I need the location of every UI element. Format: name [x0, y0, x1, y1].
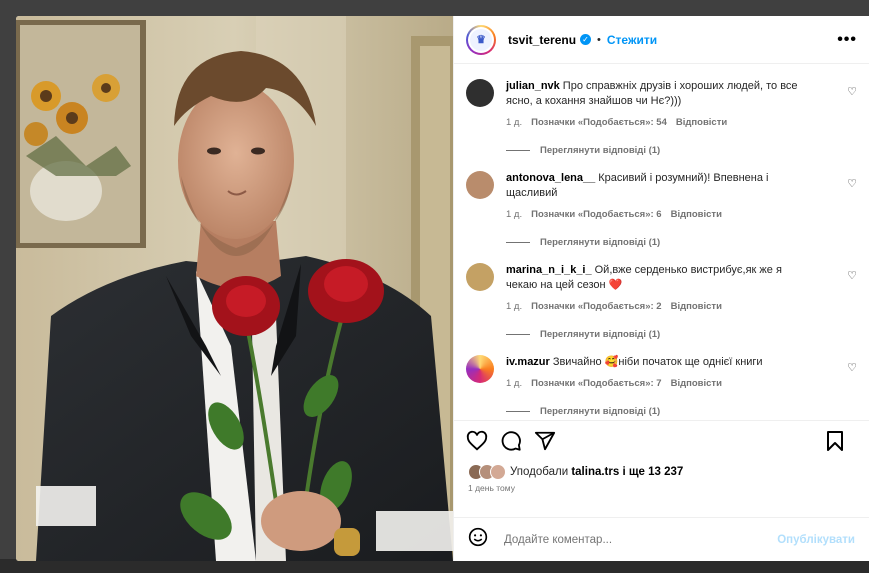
comment-likes-count[interactable]: Позначки «Подобається»: 54 [531, 117, 667, 128]
follow-button[interactable]: Стежити [607, 33, 657, 47]
brand-logo-icon: ♛ [470, 28, 492, 51]
reply-button[interactable]: Відповісти [676, 117, 727, 128]
like-comment-icon[interactable]: ♡ [847, 85, 857, 98]
likes-others-count[interactable]: і ще 13 237 [622, 466, 683, 478]
view-replies-label: Переглянути відповіді (1) [540, 145, 661, 156]
comment-item: julian_nvk Про справжніх друзів і хороших… [466, 79, 857, 128]
view-replies-button[interactable]: Переглянути відповіді (1) [506, 406, 857, 417]
reply-button[interactable]: Відповісти [671, 378, 722, 389]
comment-icon[interactable] [500, 430, 522, 452]
like-comment-icon[interactable]: ♡ [847, 177, 857, 190]
comment-input[interactable] [502, 532, 778, 547]
commenter-avatar[interactable] [466, 263, 494, 291]
comment-time[interactable]: 1 д. [506, 301, 522, 312]
add-comment-bar: Опублікувати [454, 517, 869, 561]
comment-time[interactable]: 1 д. [506, 378, 522, 389]
view-replies-label: Переглянути відповіді (1) [540, 406, 661, 417]
comment-text: Звичайно 🥰ніби початок ще однієї книги [552, 356, 763, 368]
like-icon[interactable] [466, 430, 488, 452]
more-options-icon[interactable]: ••• [837, 31, 857, 49]
view-replies-label: Переглянути відповіді (1) [540, 329, 661, 340]
share-icon[interactable] [534, 430, 556, 452]
emoji-icon[interactable] [468, 527, 488, 552]
comment-likes-count[interactable]: Позначки «Подобається»: 2 [531, 301, 661, 312]
comment-username[interactable]: iv.mazur [506, 356, 550, 368]
comment-item: marina_n_i_k_i_ Ой,вже серденько вистрибу… [466, 263, 857, 312]
likes-summary: Уподобали talina.trs і ще 13 237 [454, 461, 869, 483]
post-photo-illustration [16, 16, 453, 561]
post-photo[interactable] [16, 16, 453, 561]
view-replies-label: Переглянути відповіді (1) [540, 237, 661, 248]
like-comment-icon[interactable]: ♡ [847, 361, 857, 374]
view-replies-button[interactable]: Переглянути відповіді (1) [506, 329, 857, 340]
post-modal: ♛ tsvit_terenu ✓ • Стежити ••• julian_nv… [16, 16, 869, 561]
author-avatar[interactable]: ♛ [466, 24, 496, 55]
liker-avatar[interactable] [490, 464, 506, 480]
comment-time[interactable]: 1 д. [506, 209, 522, 220]
comment-username[interactable]: marina_n_i_k_i_ [506, 264, 592, 276]
post-side-panel: ♛ tsvit_terenu ✓ • Стежити ••• julian_nv… [453, 16, 869, 561]
comment-username[interactable]: antonova_lena__ [506, 172, 595, 184]
reply-button[interactable]: Відповісти [671, 209, 722, 220]
publish-button[interactable]: Опублікувати [777, 534, 855, 546]
header-separator: • [597, 33, 601, 46]
comment-likes-count[interactable]: Позначки «Подобається»: 7 [531, 378, 661, 389]
like-comment-icon[interactable]: ♡ [847, 269, 857, 282]
likes-prefix: Уподобали [510, 466, 569, 478]
commenter-avatar[interactable] [466, 355, 494, 383]
liker-username[interactable]: talina.trs [571, 466, 619, 478]
post-time[interactable]: 1 день тому [454, 483, 869, 497]
comment-time[interactable]: 1 д. [506, 117, 522, 128]
verified-badge-icon: ✓ [580, 34, 592, 45]
comment-item: antonova_lena__ Красивий і розумний)! Впе… [466, 171, 857, 220]
author-username[interactable]: tsvit_terenu [508, 33, 576, 47]
post-header: ♛ tsvit_terenu ✓ • Стежити ••• [454, 16, 869, 64]
comment-likes-count[interactable]: Позначки «Подобається»: 6 [531, 209, 661, 220]
backdrop-feed-strip [0, 559, 869, 573]
comment-username[interactable]: julian_nvk [506, 80, 560, 92]
view-replies-button[interactable]: Переглянути відповіді (1) [506, 145, 857, 156]
bookmark-icon[interactable] [825, 430, 845, 452]
commenter-avatar[interactable] [466, 171, 494, 199]
comment-item: iv.mazur Звичайно 🥰ніби початок ще однієї… [466, 355, 857, 389]
post-actions-bar [454, 420, 869, 461]
view-replies-button[interactable]: Переглянути відповіді (1) [506, 237, 857, 248]
commenter-avatar[interactable] [466, 79, 494, 107]
comments-list[interactable]: julian_nvk Про справжніх друзів і хороших… [454, 64, 869, 420]
reply-button[interactable]: Відповісти [671, 301, 722, 312]
